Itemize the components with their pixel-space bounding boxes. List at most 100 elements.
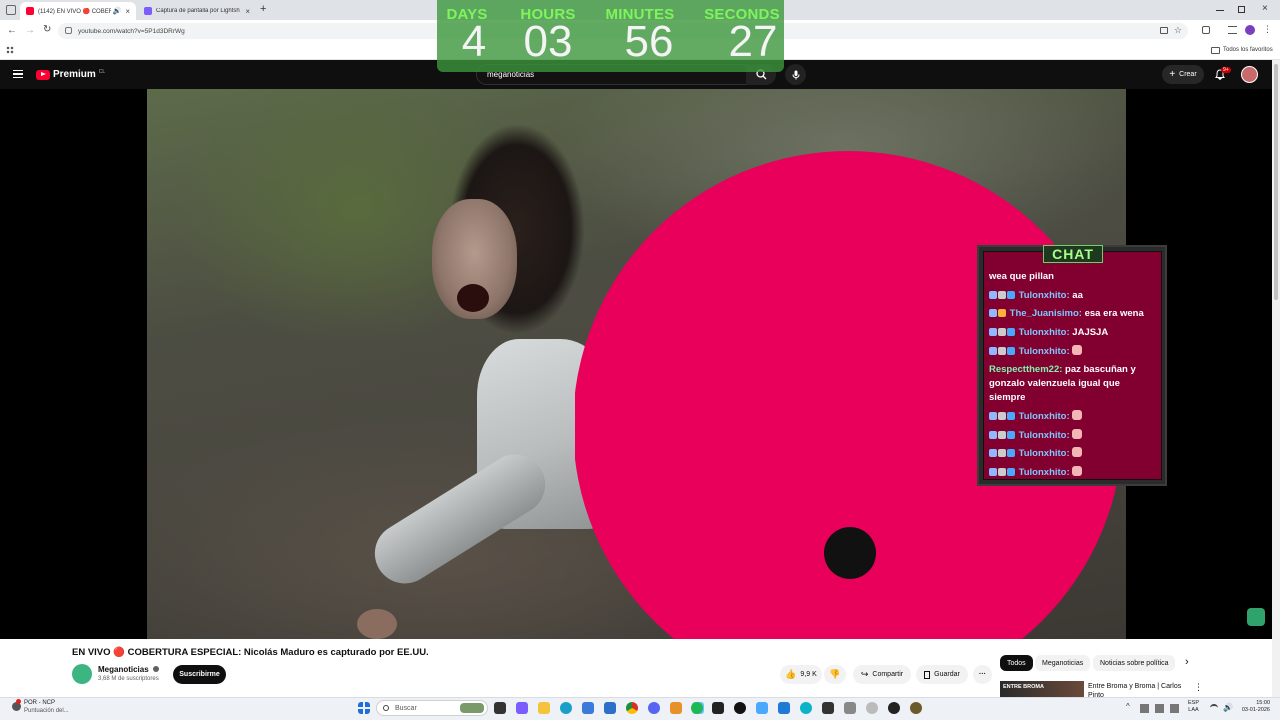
mail-icon[interactable]: [604, 702, 616, 714]
folder-icon: [1211, 47, 1220, 54]
more-actions-button[interactable]: ···: [973, 665, 992, 684]
new-tab-button[interactable]: +: [260, 3, 266, 15]
weather-subtitle: Puntuación del...: [24, 708, 69, 714]
store-icon[interactable]: [582, 702, 594, 714]
app-grey-icon[interactable]: [844, 702, 856, 714]
notification-count-badge: 9+: [1221, 67, 1231, 73]
chip-politica[interactable]: Noticias sobre política: [1093, 655, 1176, 671]
forward-icon[interactable]: →: [25, 25, 35, 36]
recommendation-thumbnail[interactable]: ENTRE BROMA: [1000, 681, 1084, 697]
chip-todos[interactable]: Todos: [1000, 655, 1033, 671]
scrollbar-thumb[interactable]: [1274, 64, 1278, 300]
recommendation-title[interactable]: Entre Broma y Broma | Carlos Pinto: [1088, 682, 1186, 697]
tray-icons[interactable]: [1140, 704, 1180, 713]
obs-icon[interactable]: [734, 702, 746, 714]
like-button[interactable]: 👍 9,9 K: [780, 665, 822, 684]
badge-icon: [998, 309, 1006, 317]
badge-icon: [1007, 431, 1015, 439]
tray-chevron-icon[interactable]: ^: [1126, 702, 1130, 711]
badge-icon: [1007, 449, 1015, 457]
speaker-icon[interactable]: 🔊: [113, 7, 122, 15]
weather-widget[interactable]: POR - NCP Puntuación del...: [12, 699, 92, 717]
task-view-icon[interactable]: [494, 702, 506, 714]
clock[interactable]: 15:00 03-01-2026: [1238, 700, 1270, 714]
minimize-icon[interactable]: [1216, 10, 1224, 11]
clock-date: 03-01-2026: [1241, 707, 1270, 713]
windows-taskbar: [0, 697, 1280, 720]
edge-icon[interactable]: [560, 702, 572, 714]
chat-message: Tulonxhito:: [989, 466, 1157, 480]
chips-next-icon[interactable]: ›: [1185, 656, 1189, 668]
youtube-logo[interactable]: Premium CL: [36, 69, 105, 80]
meganoticias-float-icon[interactable]: [1247, 608, 1265, 626]
subscribe-button[interactable]: Suscribirme: [173, 665, 226, 684]
youtube-play-icon: [36, 69, 50, 80]
app-gold-icon[interactable]: [910, 702, 922, 714]
save-button[interactable]: Guardar: [916, 665, 968, 684]
language-indicator[interactable]: ESP LAA: [1188, 700, 1199, 714]
chip-meganoticias[interactable]: Meganoticias: [1035, 655, 1091, 671]
chat-message: Tulonxhito: aa: [989, 289, 1157, 303]
chat-text: aa: [1072, 290, 1083, 301]
browser-menu-icon[interactable]: ⋮: [1263, 24, 1272, 35]
app-blue-icon[interactable]: [756, 702, 768, 714]
close-tab-icon[interactable]: ×: [245, 7, 250, 16]
badge-icon: [998, 468, 1006, 476]
wifi-icon[interactable]: [1210, 704, 1218, 712]
all-bookmarks-link[interactable]: Todos los favoritos: [1223, 47, 1273, 53]
create-label: Crear: [1179, 71, 1197, 78]
extensions-icon[interactable]: [1202, 26, 1210, 34]
close-tab-icon[interactable]: ×: [125, 7, 130, 16]
url-text: youtube.com/watch?v=5P1d3DRrWg: [78, 27, 185, 35]
tab-youtube[interactable]: (1142) EN VIVO 🔴 COBERT 🔊 ×: [20, 2, 136, 20]
app-light-icon[interactable]: [866, 702, 878, 714]
close-window-icon[interactable]: ×: [1262, 3, 1268, 14]
app-orange-icon[interactable]: [670, 702, 682, 714]
channel-avatar[interactable]: [72, 664, 92, 684]
emote-icon: [1072, 447, 1083, 457]
file-explorer-icon[interactable]: [538, 702, 550, 714]
tab-lightshot[interactable]: Captura de pantalla por Lightsh ×: [138, 2, 256, 20]
tab-search-icon[interactable]: [1228, 26, 1237, 34]
windows-start-icon[interactable]: [358, 702, 370, 714]
search-placeholder: Buscar: [395, 704, 417, 712]
volume-icon[interactable]: 🔊: [1223, 703, 1233, 712]
app-dark-icon[interactable]: [822, 702, 834, 714]
share-button[interactable]: ↪ Compartir: [853, 665, 911, 684]
taskbar-search-input[interactable]: Buscar: [376, 700, 488, 716]
channel-name[interactable]: Meganoticias: [98, 665, 159, 674]
voice-search-button[interactable]: [785, 64, 806, 85]
chat-message: Tulonxhito:: [989, 410, 1157, 424]
recommendation-menu-icon[interactable]: ⋮: [1194, 682, 1203, 693]
site-info-icon[interactable]: [65, 27, 72, 34]
discord-icon[interactable]: [648, 702, 660, 714]
back-icon[interactable]: ←: [7, 25, 17, 36]
profile-avatar[interactable]: [1245, 25, 1255, 35]
chat-message: Tulonxhito: JAJSJA: [989, 326, 1157, 340]
microphone-icon: [792, 70, 799, 79]
chrome-icon[interactable]: [626, 702, 638, 714]
bookmark-star-icon[interactable]: ☆: [1174, 25, 1182, 36]
reload-icon[interactable]: ↻: [43, 24, 51, 35]
widgets-icon[interactable]: [516, 702, 528, 714]
chat-username: Tulonxhito:: [1018, 411, 1070, 422]
maximize-icon[interactable]: [1238, 6, 1245, 13]
account-avatar[interactable]: [1241, 66, 1258, 83]
dislike-button[interactable]: 👎: [824, 665, 846, 684]
badge-icon: [998, 328, 1006, 336]
emote-icon: [1072, 345, 1083, 355]
cast-icon[interactable]: [1160, 27, 1168, 34]
app-black-icon[interactable]: [888, 702, 900, 714]
more-icon: ···: [979, 671, 986, 678]
chat-username: Respectthem22:: [989, 364, 1063, 375]
terminal-icon[interactable]: [712, 702, 724, 714]
vscode-icon[interactable]: [778, 702, 790, 714]
spotify-icon[interactable]: [691, 702, 703, 714]
create-button[interactable]: + Crear: [1162, 65, 1204, 84]
app-cyan-icon[interactable]: [800, 702, 812, 714]
chat-username: Tulonxhito:: [1018, 327, 1070, 338]
apps-grid-icon[interactable]: [6, 46, 14, 54]
plus-icon: +: [1169, 69, 1176, 80]
hamburger-menu-icon[interactable]: [13, 70, 23, 78]
tab-search-icon[interactable]: [6, 5, 16, 15]
